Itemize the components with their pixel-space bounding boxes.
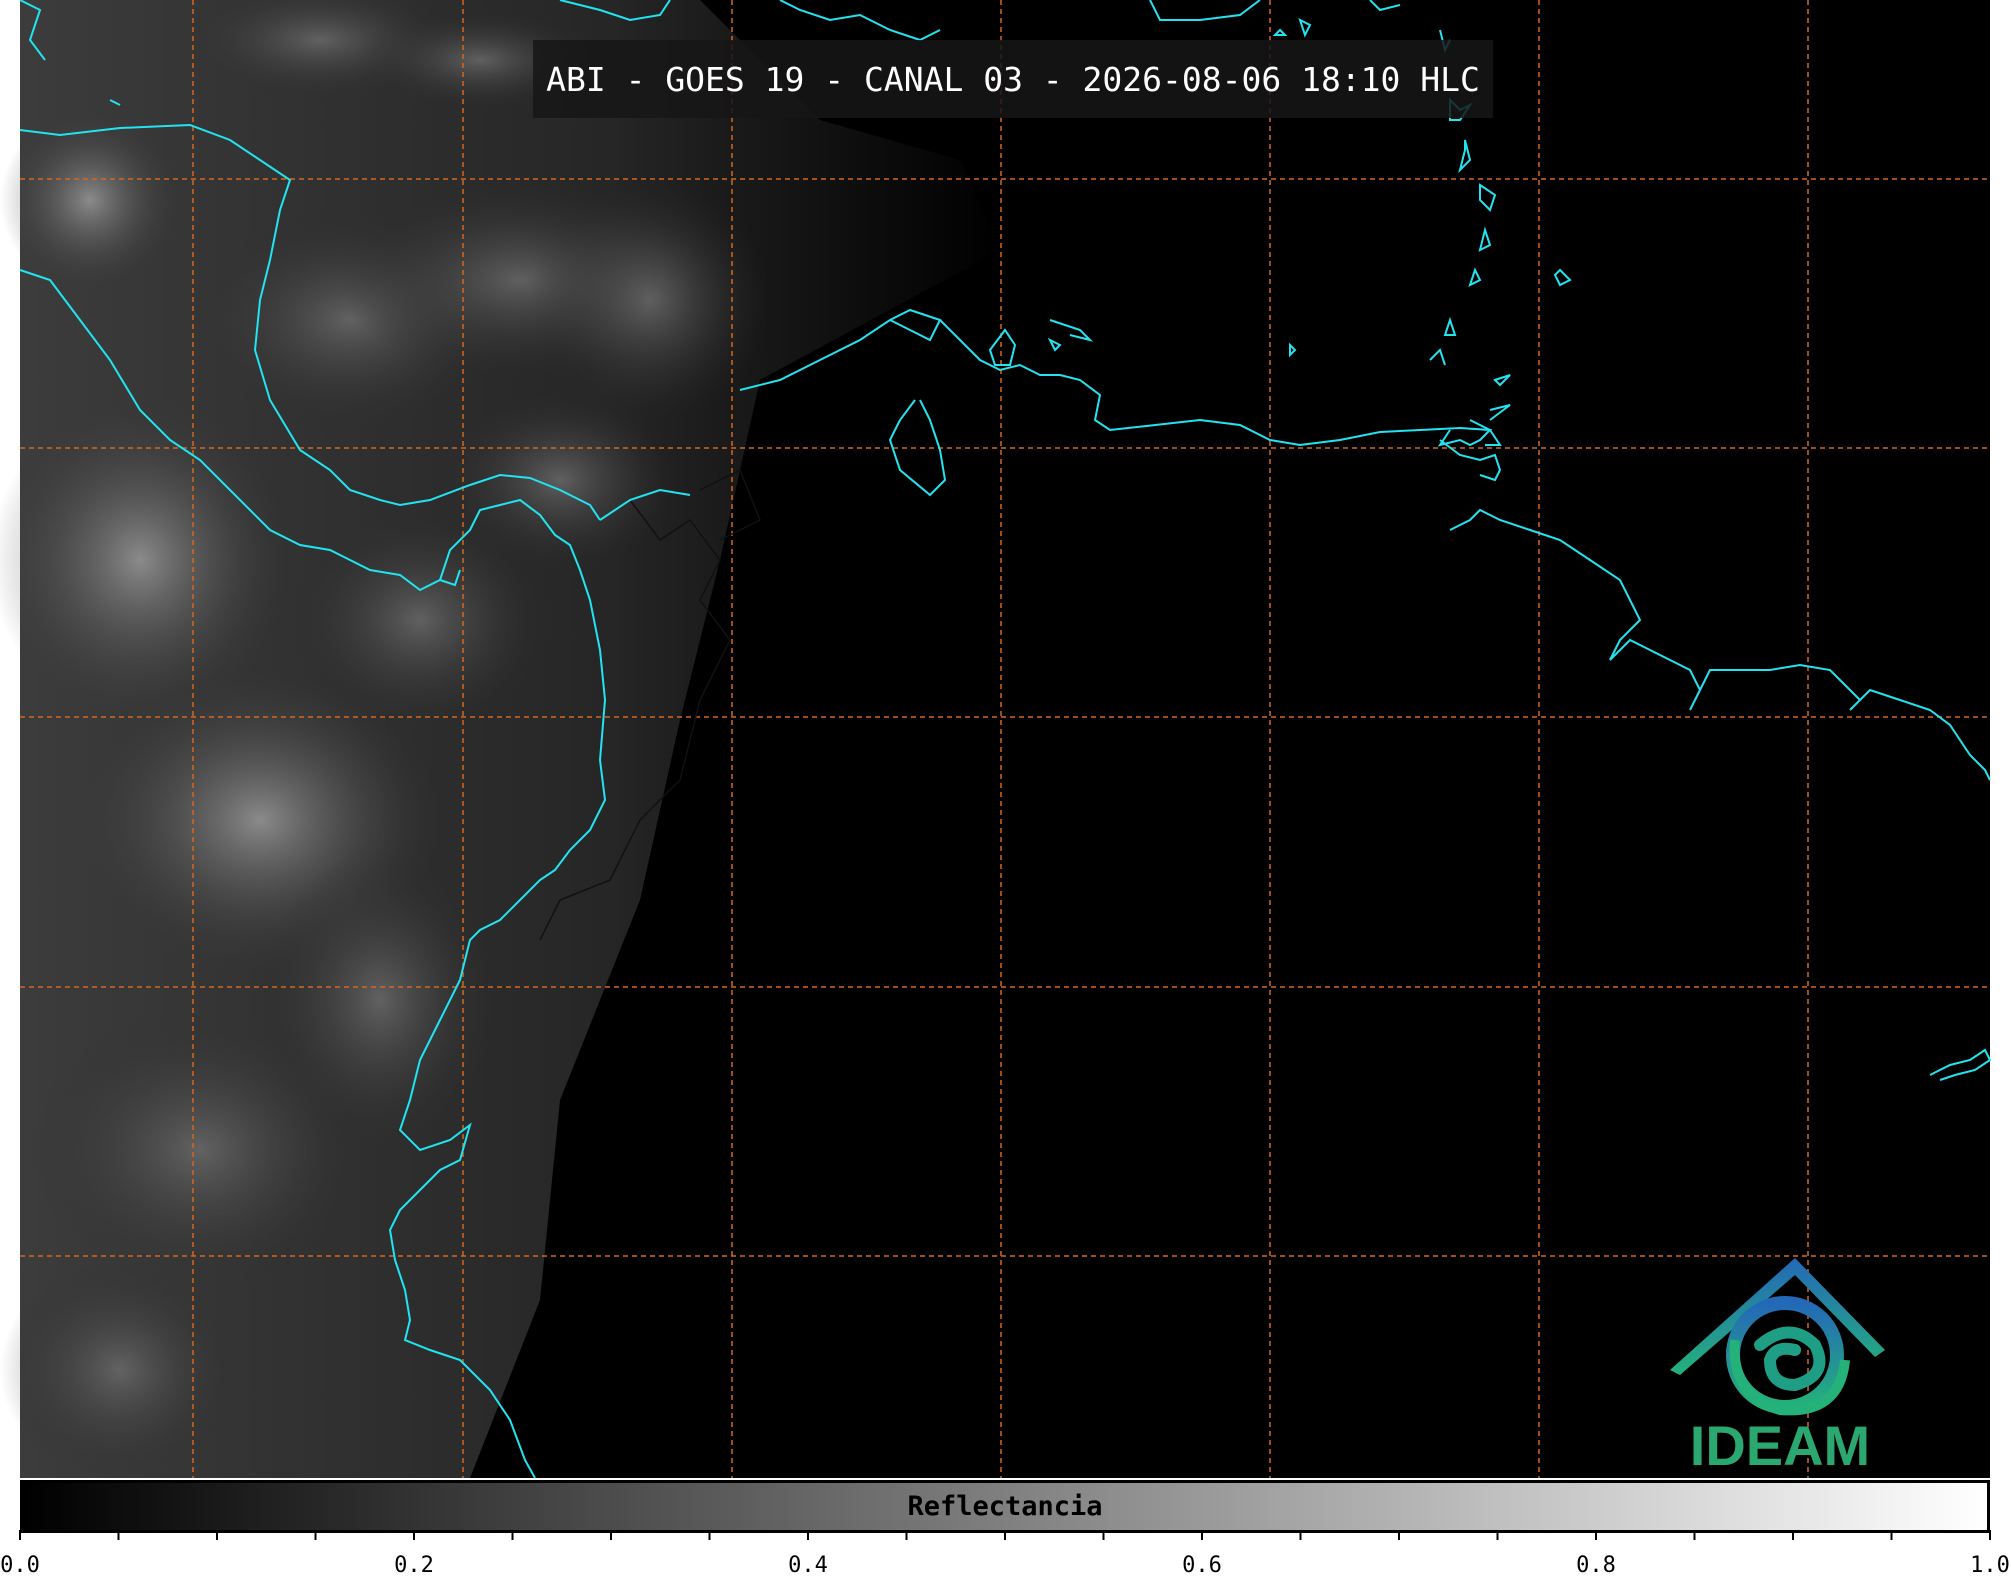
colorbar-tick-label: 1.0 — [1970, 1553, 2010, 1578]
colorbar-tick-label: 0.8 — [1576, 1553, 1616, 1578]
map-title: ABI - GOES 19 - CANAL 03 - 2026-08-06 18… — [546, 59, 1480, 99]
colorbar: Reflectancia — [20, 1480, 1990, 1533]
colorbar-label: Reflectancia — [907, 1491, 1103, 1522]
title-banner: ABI - GOES 19 - CANAL 03 - 2026-08-06 18… — [533, 40, 1493, 118]
colorbar-tick-label: 0.2 — [394, 1553, 434, 1578]
colorbar-tick-label: 0.6 — [1182, 1553, 1222, 1578]
satellite-map: IDEAM — [0, 0, 2011, 1577]
colorbar-ticks — [19, 1530, 1991, 1540]
colorbar-tick-label: 0.4 — [788, 1553, 828, 1578]
colorbar-tick-label: 0.0 — [0, 1553, 40, 1578]
logo-text: IDEAM — [1690, 1414, 1870, 1477]
